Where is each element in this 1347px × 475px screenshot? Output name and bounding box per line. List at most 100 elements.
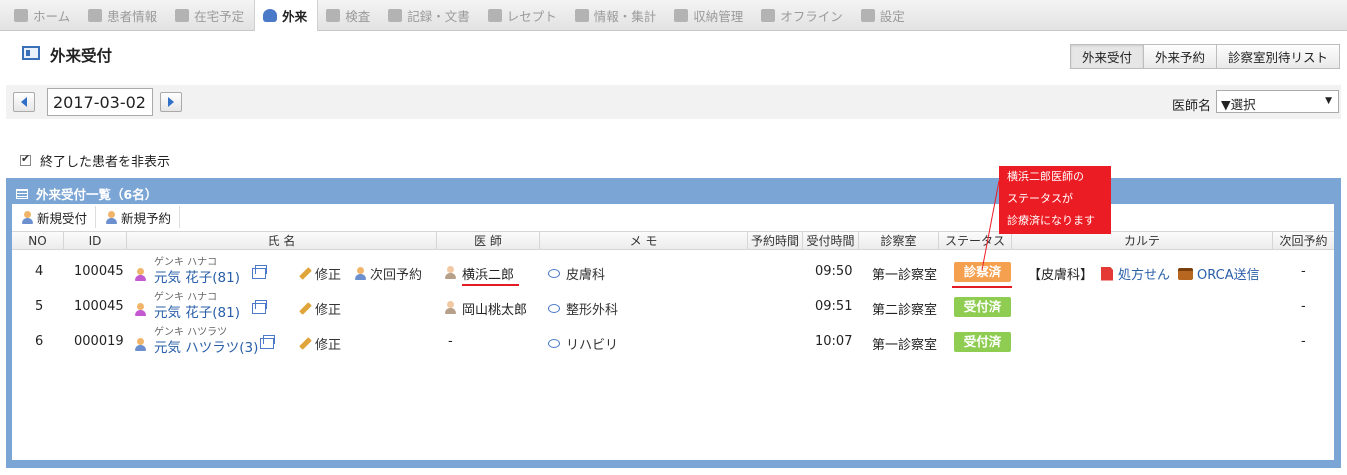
cashier-icon [674,8,689,22]
nav-tab-cashier[interactable]: 収納管理 [666,0,753,30]
tab-waiting-list-by-room[interactable]: 診察室別待リスト [1215,44,1340,69]
female-patient-icon [135,268,146,281]
row-doctor: 岡山桃太郎 [462,303,528,318]
col-reception-time[interactable]: 受付時間 [803,232,859,249]
pdf-icon [1101,266,1113,281]
comment-icon [548,269,560,278]
open-window-icon[interactable] [252,300,267,314]
date-bar: 医師名 ▼選択 ▼ [6,85,1341,119]
prescription-link[interactable]: 処方せん [1101,264,1170,283]
memo[interactable]: リハビリ [548,334,618,353]
row-doctor: - [448,334,453,349]
panel-toolbar: 新規受付 新規予約 [12,204,181,230]
hide-finished-label: 終了した患者を非表示 [40,155,171,170]
new-reservation-button[interactable]: 新規予約 [96,206,181,228]
nav-tab-patient-info[interactable]: 患者情報 [80,0,167,30]
patient-name-link[interactable]: 元気 花子(81) [154,301,240,321]
id-card-icon [22,46,40,60]
panel-title: 外来受付一覧（6名） [36,187,158,202]
orca-send-link[interactable]: ORCA送信 [1178,264,1260,283]
nav-tab-label: ホーム [33,8,71,24]
pencil-icon [299,302,312,315]
row-id: 100045 [74,299,124,314]
annotation-line: ステータスが [1007,192,1073,205]
table-header: NO ID 氏 名 医 師 メ モ 予約時間 受付時間 診察室 ステータス カル… [12,231,1334,250]
doctor-select[interactable]: ▼選択 ▼ [1216,90,1339,113]
memo-text: 整形外科 [566,303,619,318]
nav-tab-exam[interactable]: 検査 [318,0,380,30]
row-reception-time: 10:07 [815,334,853,349]
clock-icon [175,8,190,22]
nav-tab-records[interactable]: 記録・文書 [380,0,480,30]
row-room: 第一診察室 [872,268,938,283]
prev-date-button[interactable] [13,92,35,112]
open-window-icon[interactable] [260,335,275,349]
annotation-line: 横浜二郎医師の [1007,170,1084,183]
edit-link[interactable]: 修正 [299,299,341,318]
col-id[interactable]: ID [64,232,127,249]
nav-tab-settings[interactable]: 設定 [853,0,915,30]
row-id: 000019 [74,334,124,349]
nav-tab-label: 収納管理 [693,8,744,24]
chart-icon [326,8,341,22]
tab-outpatient-reservation[interactable]: 外来予約 [1142,44,1217,69]
hide-finished-checkbox[interactable] [20,152,31,166]
row-next: - [1301,334,1306,349]
patient-name-link[interactable]: 元気 花子(81) [154,266,240,286]
memo[interactable]: 皮膚科 [548,264,605,283]
tab-outpatient-reception[interactable]: 外来受付 [1069,44,1144,69]
document-icon [388,8,403,22]
nav-tab-receipt[interactable]: レセプト [480,0,567,30]
patient-info-icon [88,8,103,22]
arrow-left-icon [21,97,27,107]
table-row[interactable]: 4 100045 ゲンキ ハナコ 元気 花子(81) 修正 次回予約 横浜二郎 … [12,254,1334,290]
nav-tab-offline[interactable]: オフライン [753,0,853,30]
pencil-icon [299,337,312,350]
table-row[interactable]: 5 100045 ゲンキ ハナコ 元気 花子(81) 修正 岡山桃太郎 整形外科… [12,290,1334,326]
nav-tab-label: 検査 [345,8,371,24]
hide-finished-filter: 終了した患者を非表示 [20,151,170,170]
add-reservation-icon [106,210,118,224]
col-karte[interactable]: カルテ [1012,232,1273,249]
col-doctor[interactable]: 医 師 [437,232,540,249]
status-badge[interactable]: 受付済 [954,297,1011,317]
edit-link[interactable]: 修正 [299,334,341,353]
row-no: 4 [35,264,44,279]
row-no: 6 [35,334,44,349]
edit-label: 修正 [315,338,342,353]
new-reception-button[interactable]: 新規受付 [12,206,97,228]
patient-name-link[interactable]: 元気 ハツラツ(3) [154,336,258,356]
nav-tab-label: 情報・集計 [593,8,657,24]
comment-icon [548,339,560,348]
edit-link[interactable]: 修正 [299,264,341,283]
karte-department: 【皮膚科】 [1028,268,1094,283]
home-icon [14,8,28,22]
col-room[interactable]: 診察室 [859,232,939,249]
row-next: - [1301,264,1306,279]
table-row[interactable]: 6 000019 ゲンキ ハツラツ 元気 ハツラツ(3) 修正 - リハビリ 1… [12,326,1334,362]
memo[interactable]: 整形外科 [548,299,618,318]
date-input[interactable] [47,88,153,116]
row-doctor: 横浜二郎 [462,268,515,283]
panel-header: 外来受付一覧（6名） [16,184,157,203]
next-reservation-link[interactable]: 次回予約 [355,264,422,283]
nav-tab-label: 記録・文書 [407,8,470,24]
open-window-icon[interactable] [252,265,267,279]
nav-tab-stats[interactable]: 情報・集計 [567,0,667,30]
col-memo[interactable]: メ モ [540,232,748,249]
nav-tab-label: 設定 [879,8,905,24]
prescription-label: 処方せん [1118,268,1171,283]
nav-tab-home[interactable]: ホーム [6,0,80,30]
receipt-icon [487,8,502,22]
col-no[interactable]: NO [12,232,64,249]
col-next-reservation[interactable]: 次回予約 [1273,232,1334,249]
nav-tab-home-visit[interactable]: 在宅予定 [167,0,254,30]
arrow-right-icon [168,97,174,107]
status-badge[interactable]: 受付済 [954,332,1011,352]
orca-send-label: ORCA送信 [1197,268,1260,283]
nav-tab-outpatient[interactable]: 外来 [254,0,319,31]
orca-box-icon [1178,267,1193,280]
col-name[interactable]: 氏 名 [127,232,437,249]
col-reserve-time[interactable]: 予約時間 [748,232,803,249]
next-date-button[interactable] [160,92,182,112]
